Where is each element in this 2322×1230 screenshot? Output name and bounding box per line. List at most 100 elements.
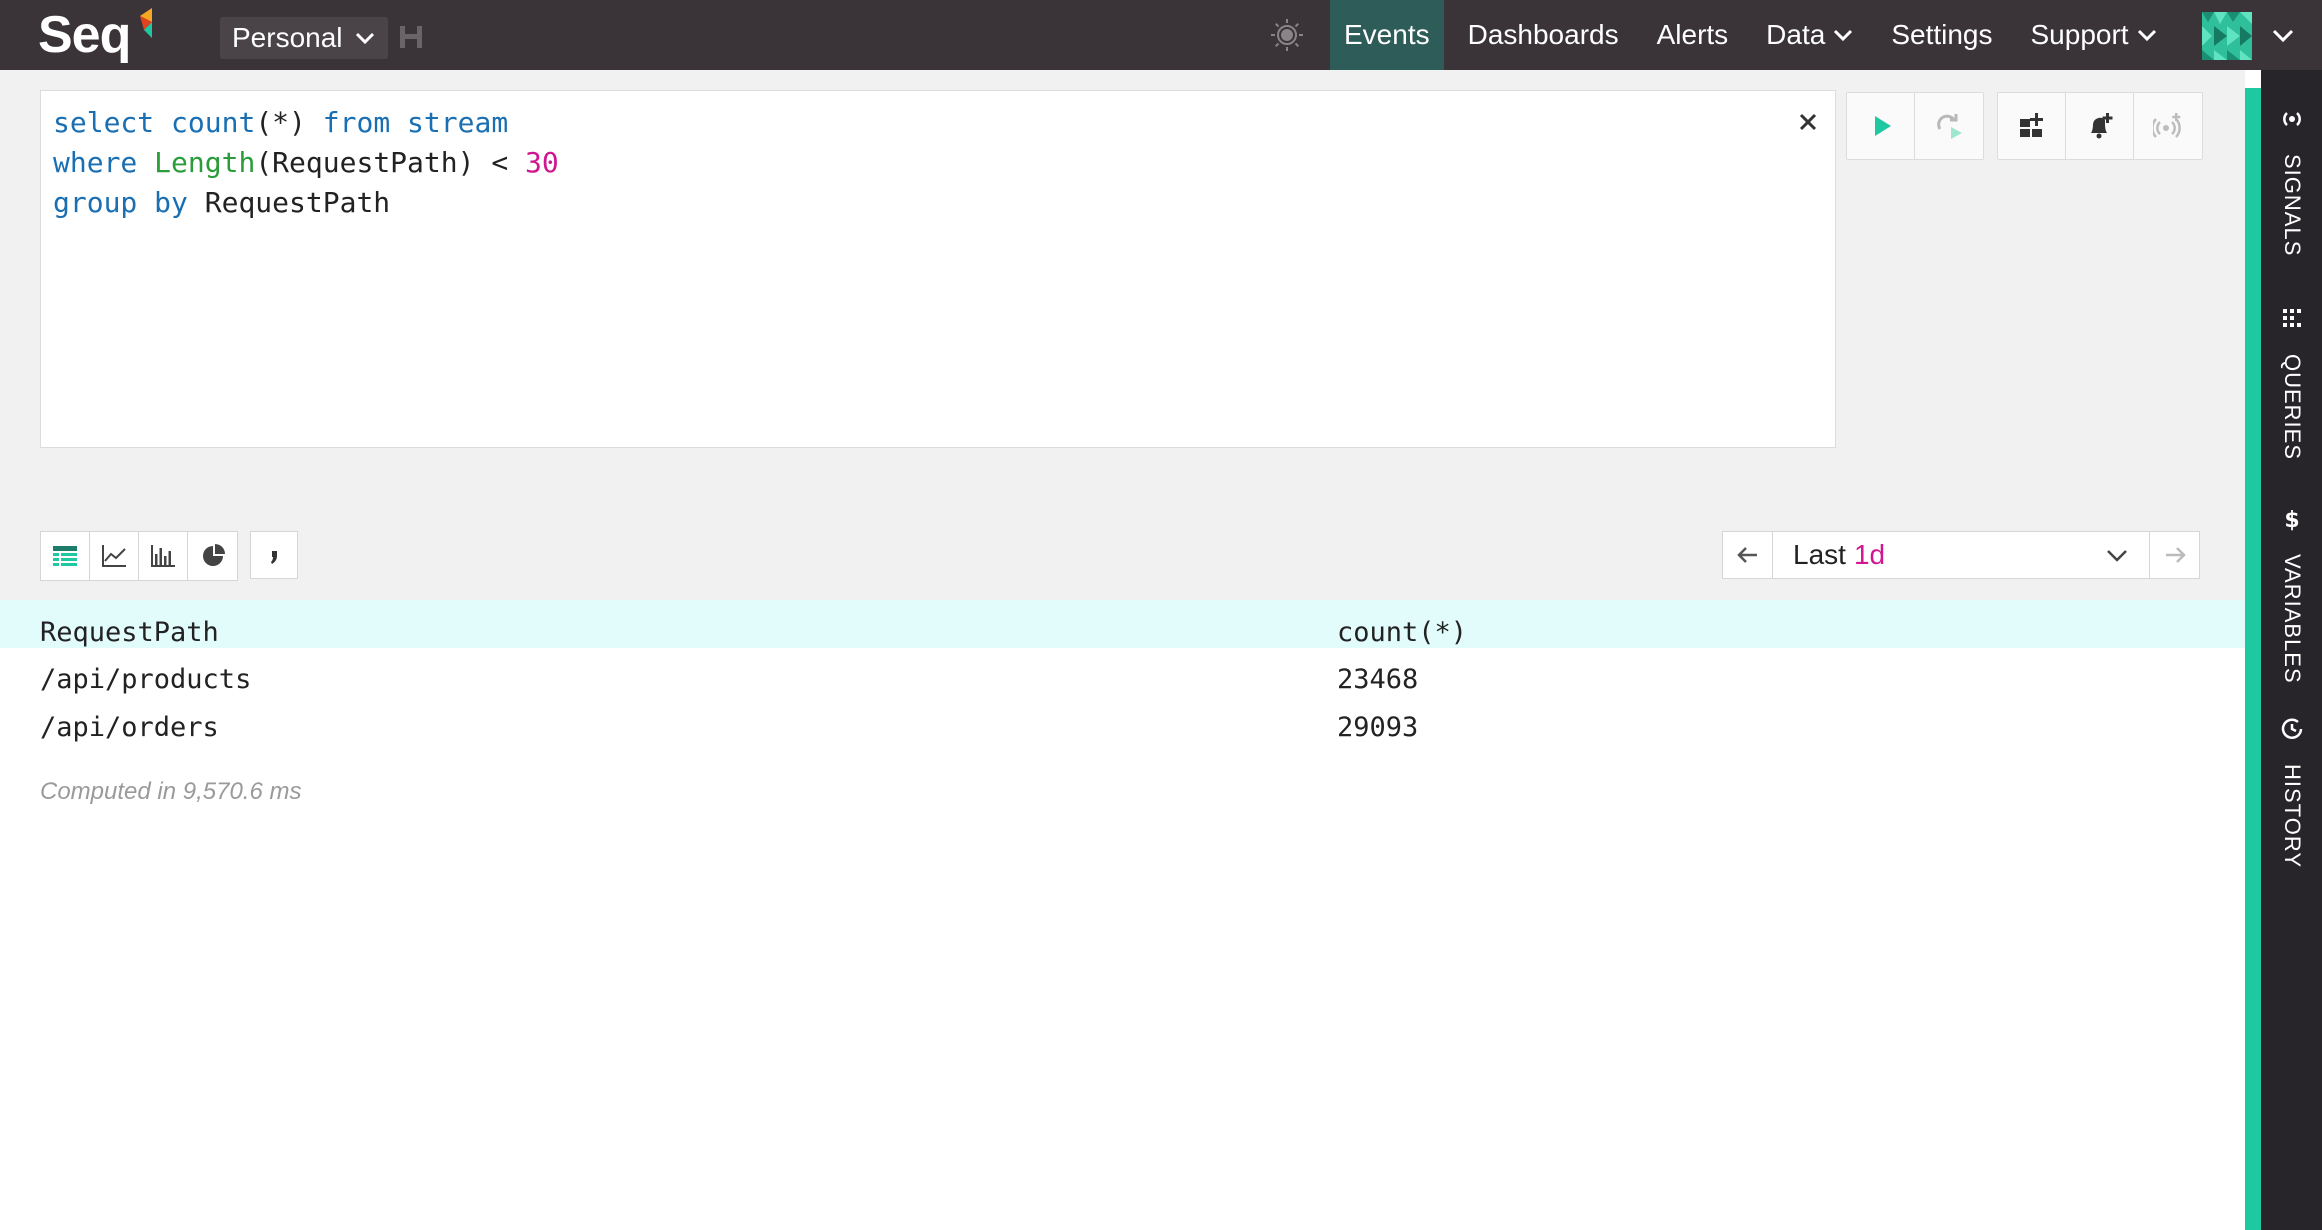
top-bar: Seq Personal Events Dashboards Alerts Da…: [0, 0, 2322, 70]
save-icon[interactable]: [398, 24, 424, 50]
nav-dashboards[interactable]: Dashboards: [1454, 0, 1633, 70]
sun-icon[interactable]: [1270, 18, 1304, 52]
column-header[interactable]: count(*): [1337, 600, 1467, 648]
code-token: group: [53, 186, 138, 219]
nav-support-label: Support: [2030, 19, 2129, 50]
table-row: /api/products 23468: [0, 648, 2245, 696]
rail-queries[interactable]: QUERIES: [2261, 306, 2322, 496]
refresh-button[interactable]: [1915, 93, 1983, 159]
chevron-down-icon[interactable]: [2272, 28, 2294, 44]
history-icon: [2281, 718, 2303, 739]
rail-accent: [2245, 88, 2261, 1230]
time-range-control: Last 1d: [1722, 531, 2200, 579]
nav-events-label: Events: [1344, 19, 1430, 50]
workspace-label: Personal: [232, 22, 343, 53]
column-header[interactable]: RequestPath: [40, 600, 219, 648]
rail-signals-label: SIGNALS: [2280, 154, 2305, 257]
query-code: select count(*) from stream where Length…: [53, 103, 559, 223]
nav-settings-label: Settings: [1891, 19, 1993, 50]
bar-chart-icon: [151, 545, 175, 567]
chevron-down-icon: [2137, 29, 2156, 42]
nav-data[interactable]: Data: [1752, 0, 1867, 70]
line-chart-button[interactable]: [90, 532, 139, 580]
results-table: RequestPath count(*) /api/products 23468…: [0, 600, 2245, 744]
code-token: count: [171, 106, 256, 139]
logo-mark-icon: [140, 8, 153, 38]
nav-alerts[interactable]: Alerts: [1643, 0, 1743, 70]
action-button-group: [1997, 92, 2203, 160]
code-token: where: [53, 146, 138, 179]
logo-text: Seq: [38, 6, 131, 64]
arrow-left-icon: [1736, 547, 1757, 563]
code-token: Length: [154, 146, 256, 179]
code-token: (RequestPath) <: [255, 146, 526, 179]
close-icon[interactable]: [1797, 111, 1819, 133]
range-back-button[interactable]: [1723, 532, 1773, 578]
add-to-dashboard-button[interactable]: [1998, 93, 2066, 159]
pie-chart-icon: [202, 544, 225, 566]
chevron-down-icon: [2107, 550, 2127, 562]
table-cell: 23468: [1337, 664, 1419, 695]
bell-add-icon: [2090, 113, 2112, 139]
user-avatar[interactable]: [2202, 12, 2252, 60]
table-icon: [53, 546, 77, 566]
nav-dashboards-label: Dashboards: [1467, 19, 1619, 50]
svg-text:$: $: [2284, 508, 2299, 532]
code-token: 30: [525, 146, 559, 179]
pie-chart-button[interactable]: [188, 532, 237, 580]
rail-queries-label: QUERIES: [2280, 354, 2305, 461]
table-row: /api/orders 29093: [0, 696, 2245, 744]
add-signal-button[interactable]: [2134, 93, 2202, 159]
right-rail: SIGNALS QUERIES $ VARIABLES HISTORY: [2261, 70, 2322, 1230]
dashboard-add-icon: [2019, 113, 2043, 137]
code-token: stream: [407, 106, 509, 139]
code-token: select: [53, 106, 155, 139]
queries-icon: [2283, 309, 2301, 327]
auto-refresh-icon: [1937, 114, 1962, 139]
table-cell: /api/orders: [40, 712, 219, 743]
nav-data-label: Data: [1766, 19, 1826, 50]
visualization-toggle: [40, 531, 238, 581]
nav-events[interactable]: Events: [1330, 0, 1444, 70]
computed-time: Computed in 9,570.6 ms: [40, 778, 302, 805]
nav-support[interactable]: Support: [2017, 0, 2171, 70]
rail-history[interactable]: HISTORY: [2261, 716, 2322, 936]
rail-variables[interactable]: $ VARIABLES: [2261, 506, 2322, 726]
run-button[interactable]: [1847, 93, 1915, 159]
nav-settings[interactable]: Settings: [1877, 0, 2006, 70]
seq-logo[interactable]: Seq: [38, 6, 158, 64]
code-token: (*): [255, 106, 306, 139]
bar-chart-button[interactable]: [139, 532, 188, 580]
rail-signals[interactable]: SIGNALS: [2261, 106, 2322, 296]
table-cell: /api/products: [40, 664, 252, 695]
add-alert-button[interactable]: [2066, 93, 2134, 159]
chevron-down-icon: [1834, 29, 1853, 42]
nav-alerts-label: Alerts: [1656, 19, 1729, 50]
chevron-down-icon: [355, 32, 374, 45]
signals-icon: [2283, 112, 2301, 126]
table-cell: 29093: [1337, 712, 1419, 743]
code-token: by: [154, 186, 188, 219]
range-forward-button[interactable]: [2149, 532, 2199, 578]
run-button-group: [1846, 92, 1984, 160]
main-nav: Events Dashboards Alerts Data Settings S…: [1330, 0, 2176, 70]
time-range-select[interactable]: Last 1d: [1773, 532, 2149, 578]
signal-add-icon: [2153, 113, 2181, 138]
play-icon: [1874, 116, 1891, 136]
code-token: RequestPath: [187, 186, 391, 219]
line-chart-icon: [102, 545, 126, 567]
table-view-button[interactable]: [41, 532, 90, 580]
comma-icon: [271, 551, 277, 564]
format-button[interactable]: [250, 531, 298, 579]
query-editor[interactable]: select count(*) from stream where Length…: [40, 90, 1836, 448]
rail-variables-label: VARIABLES: [2280, 554, 2305, 684]
code-token: from: [322, 106, 391, 139]
workspace-selector[interactable]: Personal: [220, 17, 388, 59]
rail-history-label: HISTORY: [2280, 764, 2305, 868]
range-value: 1d: [1853, 539, 1886, 570]
